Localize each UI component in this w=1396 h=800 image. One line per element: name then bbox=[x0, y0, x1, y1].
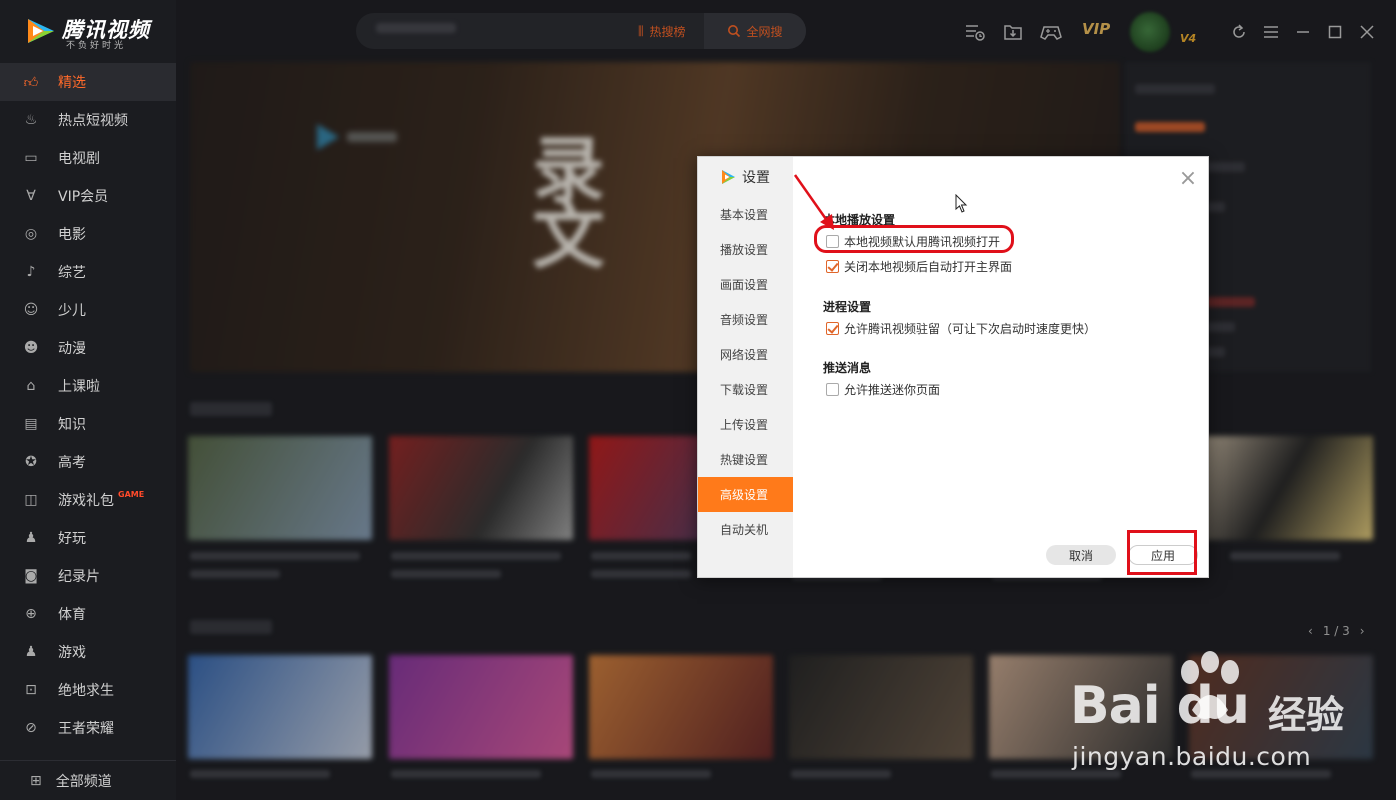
settings-menu-item[interactable]: 自动关机 bbox=[698, 512, 793, 547]
sidebar-item[interactable]: ◎ 电影 bbox=[0, 215, 176, 253]
all-channels-button[interactable]: ⊞ 全部频道 bbox=[0, 760, 176, 800]
ball-icon: ⊕ bbox=[25, 606, 37, 622]
settings-checkbox-option[interactable]: 允许腾讯视频驻留（可让下次启动时速度更快） bbox=[826, 320, 1096, 337]
settings-sidebar: 设置 基本设置 播放设置 画面设置 音频设置 网络设置 下载设置 上传设置 热键设置 高级设置自… bbox=[698, 157, 793, 577]
settings-menu-item[interactable]: 上传设置 bbox=[698, 407, 793, 442]
app-logo[interactable]: 腾讯视频 不负好时光 bbox=[24, 14, 164, 51]
sidebar-nav: 👍︎ 精选 ♨ 热点短视频 ▭ 电视剧 ∀ VIP会员 ◎ 电影 ♪ 综艺 ☺ 少儿 ☻ 动漫 ⌂ 上课啦 ▤ 知识 ✪… bbox=[0, 63, 176, 747]
graduation-cap-icon: ⌂ bbox=[26, 378, 36, 394]
watermark-brand: Bai du bbox=[1070, 676, 1250, 736]
sidebar-item-label: 综艺 bbox=[58, 265, 86, 281]
settings-menu-item[interactable]: 网络设置 bbox=[698, 337, 793, 372]
sidebar-item[interactable]: ♪ 综艺 bbox=[0, 253, 176, 291]
baidu-jingyan-watermark: Bai du 经验 jingyan.baidu.com bbox=[1070, 648, 1380, 778]
app-slogan: 不负好时光 bbox=[66, 41, 127, 51]
settings-checkbox-option[interactable]: 允许推送迷你页面 bbox=[826, 381, 940, 398]
sidebar-item-label: 王者荣耀 bbox=[58, 721, 114, 737]
sword-icon: ⊘ bbox=[25, 720, 37, 736]
sidebar-item-label: 游戏 bbox=[58, 645, 86, 661]
sidebar-item-label: 动漫 bbox=[58, 341, 86, 357]
sidebar-item-label: 电视剧 bbox=[58, 151, 100, 167]
settings-header: 设置 bbox=[720, 167, 770, 187]
sidebar-item[interactable]: ⌂ 上课啦 bbox=[0, 367, 176, 405]
sidebar-item[interactable]: ☺ 少儿 bbox=[0, 291, 176, 329]
checkbox-label: 关闭本地视频后自动打开主界面 bbox=[844, 260, 1013, 274]
settings-group-title: 进程设置 bbox=[823, 300, 872, 314]
book-icon: ▤ bbox=[24, 416, 38, 432]
sidebar-item-label: 上课啦 bbox=[58, 379, 100, 395]
annotation-highlight-rect bbox=[1127, 530, 1197, 575]
checkbox-checked-icon[interactable] bbox=[826, 260, 839, 273]
sidebar-item[interactable]: ◫ 游戏礼包 GAME bbox=[0, 481, 176, 519]
sidebar-item-label: 少儿 bbox=[58, 303, 86, 319]
vip-v-icon: ∀ bbox=[26, 188, 36, 204]
settings-dialog: 设置 基本设置 播放设置 画面设置 音频设置 网络设置 下载设置 上传设置 热键设置 高级设置自… bbox=[697, 156, 1209, 578]
settings-title: 设置 bbox=[742, 170, 770, 186]
sidebar-item-label: 绝地求生 bbox=[58, 683, 114, 699]
tencent-video-logo-icon bbox=[722, 170, 735, 184]
settings-menu-item[interactable]: 高级设置 bbox=[698, 477, 793, 512]
sidebar-item-label: 电影 bbox=[58, 227, 86, 243]
sidebar: 腾讯视频 不负好时光 👍︎ 精选 ♨ 热点短视频 ▭ 电视剧 ∀ VIP会员 ◎ 电影 ♪ 综艺 ☺ 少儿… bbox=[0, 0, 176, 800]
watermark-url: jingyan.baidu.com bbox=[1072, 742, 1312, 771]
cancel-button[interactable]: 取消 bbox=[1046, 545, 1116, 565]
pubg-icon: ⊡ bbox=[25, 682, 37, 698]
all-channels-label: 全部频道 bbox=[55, 773, 112, 790]
settings-menu-item[interactable]: 画面设置 bbox=[698, 267, 793, 302]
sidebar-item[interactable]: ♟ 游戏 bbox=[0, 633, 176, 671]
settings-group-title: 推送消息 bbox=[823, 361, 872, 375]
sidebar-item-label: 热点短视频 bbox=[58, 113, 128, 129]
camera-icon: ◙ bbox=[24, 568, 38, 584]
grid-icon: ⊞ bbox=[30, 772, 42, 789]
checkbox-unchecked-icon[interactable] bbox=[826, 383, 839, 396]
watermark-brand-cn: 经验 bbox=[1268, 693, 1345, 737]
sidebar-item-label: 纪录片 bbox=[58, 569, 100, 585]
settings-menu-item[interactable]: 播放设置 bbox=[698, 232, 793, 267]
checkbox-checked-icon[interactable] bbox=[826, 322, 839, 335]
mouse-cursor-icon bbox=[955, 194, 968, 213]
dialog-close-icon[interactable]: × bbox=[1178, 168, 1198, 190]
joystick-icon: ♟ bbox=[24, 530, 38, 546]
settings-menu-item[interactable]: 基本设置 bbox=[698, 197, 793, 232]
flame-icon: ♨ bbox=[24, 112, 38, 128]
settings-menu-item[interactable]: 热键设置 bbox=[698, 442, 793, 477]
sidebar-item[interactable]: ♨ 热点短视频 bbox=[0, 101, 176, 139]
checkbox-label: 允许推送迷你页面 bbox=[844, 383, 941, 397]
thumbs-up-icon: 👍︎ bbox=[23, 74, 39, 91]
film-reel-icon: ◎ bbox=[24, 226, 38, 242]
sidebar-item-label: 好玩 bbox=[58, 531, 86, 547]
sidebar-item-label: 精选 bbox=[58, 75, 86, 91]
gamepad-icon: ◫ bbox=[24, 492, 38, 508]
checkbox-label: 允许腾讯视频驻留（可让下次启动时速度更快） bbox=[844, 322, 1097, 336]
sidebar-item[interactable]: ☻ 动漫 bbox=[0, 329, 176, 367]
annotation-highlight-oval bbox=[814, 225, 1014, 253]
sidebar-item-label: 体育 bbox=[58, 607, 86, 623]
sidebar-item-label: VIP会员 bbox=[58, 189, 109, 205]
joystick-icon: ♟ bbox=[24, 644, 38, 660]
settings-checkbox-option[interactable]: 关闭本地视频后自动打开主界面 bbox=[826, 258, 1012, 275]
microphone-icon: ♪ bbox=[26, 264, 36, 280]
sidebar-item[interactable]: ∀ VIP会员 bbox=[0, 177, 176, 215]
exam-icon: ✪ bbox=[25, 454, 37, 470]
sidebar-item[interactable]: ⊡ 绝地求生 bbox=[0, 671, 176, 709]
sidebar-item[interactable]: ▤ 知识 bbox=[0, 405, 176, 443]
sidebar-item[interactable]: ⊘ 王者荣耀 bbox=[0, 709, 176, 747]
sidebar-item[interactable]: ⊕ 体育 bbox=[0, 595, 176, 633]
sidebar-item[interactable]: ✪ 高考 bbox=[0, 443, 176, 481]
settings-menu-item[interactable]: 音频设置 bbox=[698, 302, 793, 337]
tencent-video-logo-icon bbox=[28, 19, 54, 43]
sidebar-item-label: 知识 bbox=[58, 417, 86, 433]
sidebar-item[interactable]: 👍︎ 精选 bbox=[0, 63, 176, 101]
child-icon: ☺ bbox=[23, 302, 39, 318]
tv-icon: ▭ bbox=[24, 150, 38, 166]
sidebar-item[interactable]: ▭ 电视剧 bbox=[0, 139, 176, 177]
panda-icon: ☻ bbox=[23, 340, 39, 356]
game-badge: GAME bbox=[118, 489, 145, 499]
sidebar-item-label: 游戏礼包 bbox=[58, 493, 114, 509]
sidebar-item[interactable]: ♟ 好玩 bbox=[0, 519, 176, 557]
settings-menu-item[interactable]: 下载设置 bbox=[698, 372, 793, 407]
sidebar-item-label: 高考 bbox=[58, 455, 86, 471]
settings-menu: 基本设置 播放设置 画面设置 音频设置 网络设置 下载设置 上传设置 热键设置 高级设置 自动关机 bbox=[698, 197, 793, 547]
sidebar-item[interactable]: ◙ 纪录片 bbox=[0, 557, 176, 595]
